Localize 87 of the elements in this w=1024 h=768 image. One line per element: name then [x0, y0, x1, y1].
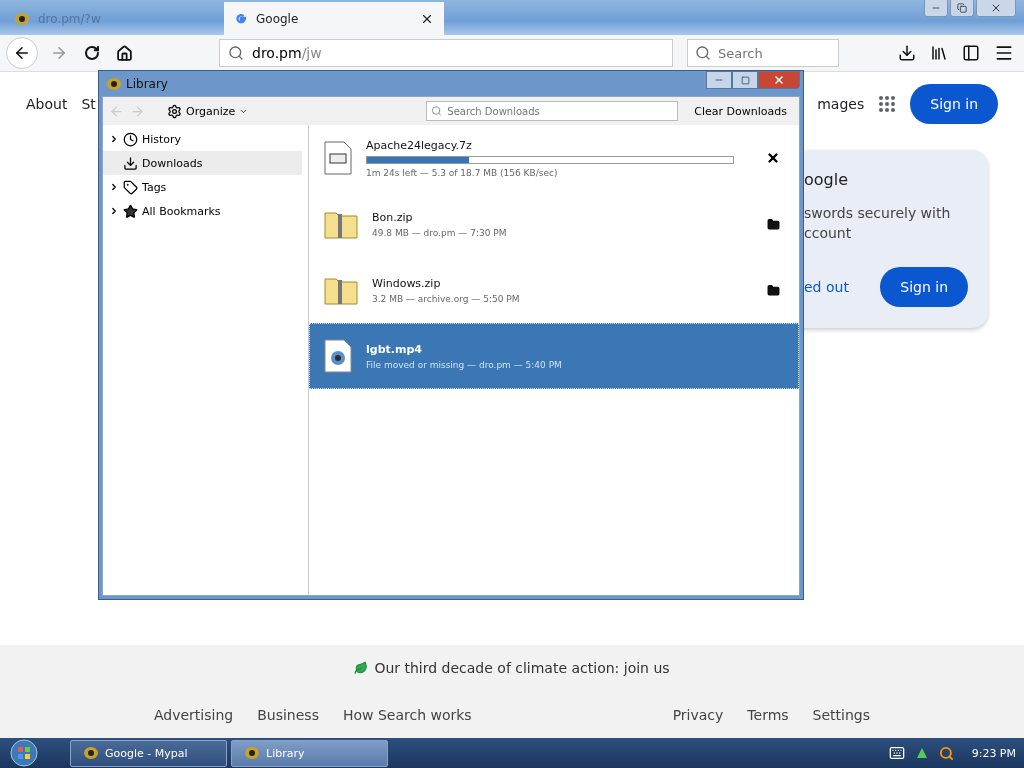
- library-icon: [930, 44, 948, 62]
- zip-folder-icon: [324, 275, 358, 305]
- address-bar[interactable]: dro.pm/jw: [219, 39, 673, 67]
- card-text: ccount: [804, 224, 853, 243]
- card-text: swords securely with: [804, 204, 952, 223]
- organize-menu[interactable]: Organize: [161, 102, 255, 120]
- restore-icon: [957, 3, 967, 13]
- file-name: Windows.zip: [372, 276, 442, 290]
- maximize-button[interactable]: [732, 71, 758, 89]
- download-status: 49.8 MB — dro.pm — 7:30 PM: [372, 227, 508, 238]
- folder-icon: [767, 217, 780, 231]
- nav-link[interactable]: mages: [817, 96, 865, 112]
- clock-icon: [123, 131, 138, 147]
- chevron-icon[interactable]: [109, 206, 119, 216]
- app-icon: [83, 746, 99, 760]
- search-field[interactable]: Search: [687, 39, 839, 67]
- download-row[interactable]: lgbt.mp4 File moved or missing — dro.pm — 5:40 PM: [309, 323, 799, 389]
- browser-tab[interactable]: Google: [224, 2, 444, 35]
- download-status: 1m 24s left — 5.3 of 18.7 MB (156 KB/sec): [366, 167, 559, 178]
- back-icon: [13, 44, 31, 62]
- minimize-button[interactable]: [706, 71, 732, 89]
- card-title: oogle: [804, 170, 850, 189]
- download-row[interactable]: Apache24legacy.7z 1m 24s left — 5.3 of 18.7 MB (156 KB/sec): [309, 125, 799, 191]
- network-icon[interactable]: [914, 746, 929, 760]
- search-downloads-field[interactable]: Search Downloads: [426, 101, 679, 121]
- maximize-icon: [740, 75, 750, 85]
- footer-link[interactable]: Advertising: [154, 706, 234, 723]
- keyboard-icon[interactable]: [888, 745, 905, 761]
- footer-link[interactable]: Privacy: [672, 706, 724, 723]
- menu-icon: [994, 43, 1014, 63]
- reload-icon: [84, 45, 100, 61]
- sidebar-item[interactable]: Downloads: [103, 151, 302, 175]
- chevron-icon[interactable]: [109, 134, 119, 144]
- sidebar-item[interactable]: Tags: [103, 175, 302, 199]
- sidebar-item[interactable]: All Bookmarks: [103, 199, 302, 223]
- footer-link[interactable]: Business: [257, 706, 319, 723]
- start-button[interactable]: [10, 739, 38, 767]
- search-icon: [431, 105, 443, 117]
- card-link[interactable]: ed out: [804, 279, 849, 295]
- app-icon: [14, 11, 30, 26]
- download-icon: [898, 44, 916, 62]
- clock[interactable]: 9:23 PM: [971, 746, 1016, 760]
- sidebar-icon: [962, 44, 980, 62]
- download-icon: [123, 155, 138, 171]
- search-icon[interactable]: [938, 745, 954, 761]
- app-icon: [244, 746, 260, 760]
- chevron-icon[interactable]: [109, 182, 119, 192]
- close-icon: [990, 2, 1002, 14]
- nav-link[interactable]: St: [81, 96, 96, 112]
- clear-downloads-button[interactable]: Clear Downloads: [688, 103, 793, 119]
- document-icon: [324, 141, 352, 175]
- zip-folder-icon: [324, 209, 358, 239]
- leaf-icon: [354, 661, 369, 675]
- tag-icon: [123, 179, 138, 195]
- download-status: 3.2 MB — archive.org — 5:50 PM: [372, 293, 521, 304]
- climate-link[interactable]: Our third decade of climate action: join us: [374, 660, 670, 676]
- footer-link[interactable]: Terms: [747, 706, 789, 723]
- window-title: Library: [126, 76, 168, 91]
- folder-icon: [767, 283, 780, 297]
- search-icon: [695, 45, 711, 61]
- video-file-icon: [324, 339, 352, 373]
- apps-grid-icon[interactable]: [878, 95, 897, 113]
- sidebar-item[interactable]: History: [103, 127, 302, 151]
- close-icon: [773, 74, 785, 86]
- nav-link[interactable]: About: [26, 96, 68, 112]
- g-logo-icon: [234, 11, 248, 26]
- app-icon: [106, 76, 122, 91]
- footer-link[interactable]: Settings: [812, 706, 870, 723]
- sign-in-button[interactable]: Sign in: [880, 267, 968, 307]
- star-icon: [123, 203, 138, 219]
- taskbar-item[interactable]: Google - Mypal: [70, 739, 227, 767]
- back-button[interactable]: [6, 37, 38, 69]
- download-row[interactable]: Bon.zip 49.8 MB — dro.pm — 7:30 PM: [309, 191, 799, 257]
- close-icon: [766, 151, 780, 165]
- close-button[interactable]: [758, 71, 800, 89]
- sign-in-button[interactable]: Sign in: [910, 84, 998, 124]
- home-icon: [116, 44, 133, 62]
- search-icon: [228, 45, 244, 61]
- download-status: File moved or missing — dro.pm — 5:40 PM: [366, 359, 563, 370]
- forward-icon: [50, 44, 68, 62]
- file-name: lgbt.mp4: [366, 342, 423, 356]
- restore-button[interactable]: [950, 0, 974, 17]
- file-name: Bon.zip: [372, 210, 414, 224]
- file-name: Apache24legacy.7z: [366, 138, 473, 152]
- footer-link[interactable]: How Search works: [342, 706, 472, 723]
- download-row[interactable]: Windows.zip 3.2 MB — archive.org — 5:50 PM: [309, 257, 799, 323]
- gear-icon: [167, 103, 182, 119]
